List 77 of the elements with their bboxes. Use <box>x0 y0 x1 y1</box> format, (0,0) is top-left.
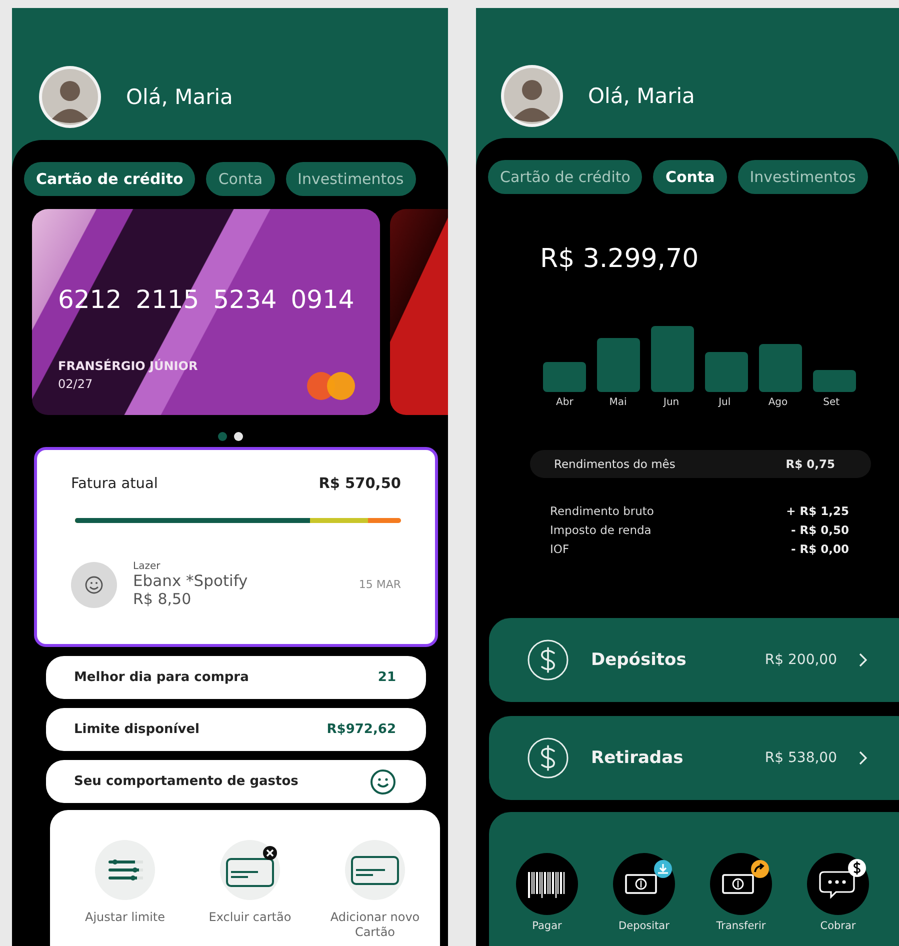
breakdown-value: - R$ 0,50 <box>790 523 849 537</box>
income-value: R$ 0,75 <box>786 457 835 471</box>
month-label: Abr <box>555 397 574 408</box>
breakdown-value: - R$ 0,00 <box>790 542 849 556</box>
avatar-silhouette <box>38 64 102 128</box>
tab[interactable]: Cartão de crédito <box>24 162 196 196</box>
breakdown-value: + R$ 1,25 <box>786 504 849 518</box>
info-value: R$972,62 <box>326 722 396 737</box>
account-balance: R$ 3.299,70 <box>540 244 700 274</box>
cash-transfer-icon <box>709 852 773 916</box>
action-button[interactable]: Ajustar limite <box>70 840 180 946</box>
avatar-silhouette <box>500 64 564 128</box>
breakdown-label: Imposto de renda <box>550 523 652 537</box>
action-button[interactable]: Depositar <box>612 852 676 946</box>
card-expiry: 02/27 <box>58 377 94 391</box>
cash-download-icon <box>612 852 676 916</box>
transaction-amount: R$ 8,50 <box>133 590 192 608</box>
month-label: Mai <box>608 397 628 408</box>
chevron-icon <box>859 751 867 765</box>
info-row[interactable]: Seu comportamento de gastos <box>46 760 426 803</box>
action-button[interactable]: Adicionar novo Cartão <box>320 840 430 946</box>
next-card[interactable] <box>390 209 448 415</box>
summary-amount: R$ 538,00 <box>764 750 837 766</box>
chart-bar <box>651 326 694 392</box>
tab[interactable]: Investimentos <box>286 162 416 196</box>
month-label: Set <box>822 397 841 408</box>
chevron-icon <box>859 653 867 667</box>
dollar-circle-icon <box>527 737 569 779</box>
summary-label: Depósitos <box>591 650 688 670</box>
smiley-icon <box>370 768 396 794</box>
smiley-icon <box>71 562 117 608</box>
summary-card[interactable]: Retiradas R$ 538,00 <box>489 716 899 800</box>
transaction-date: 15 MAR <box>358 578 401 591</box>
chart-bar <box>597 338 640 392</box>
income-label: Rendimentos do mês <box>554 457 676 471</box>
tab[interactable]: Cartão de crédito <box>488 160 642 194</box>
month-label: Ago <box>767 397 789 408</box>
tab[interactable]: Conta <box>653 160 727 194</box>
info-row[interactable]: Limite disponível R$972,62 <box>46 708 426 751</box>
info-row[interactable]: Melhor dia para compra 21 <box>46 656 426 699</box>
summary-card[interactable]: Depósitos R$ 200,00 <box>489 618 899 702</box>
card-icon <box>345 840 405 900</box>
card-network-logo <box>306 371 356 401</box>
action-button[interactable]: Excluir cartão <box>195 840 305 946</box>
action-button[interactable]: Transferir <box>709 852 773 946</box>
greeting: Olá, Maria <box>588 84 695 108</box>
sliders-icon <box>95 840 155 900</box>
barcode-icon <box>515 852 579 916</box>
info-value: 21 <box>378 670 396 685</box>
month-label: Jul <box>717 397 732 408</box>
info-label: Melhor dia para compra <box>74 670 249 685</box>
tab[interactable]: Conta <box>206 162 275 196</box>
info-label: Limite disponível <box>74 722 200 737</box>
dollar-circle-icon <box>527 639 569 681</box>
chart-bar <box>705 352 748 392</box>
breakdown-label: IOF <box>550 542 570 556</box>
page-dot[interactable] <box>218 432 226 441</box>
page-dot[interactable] <box>234 432 242 441</box>
card-holder: FRANSÉRGIO JÚNIOR <box>58 359 199 373</box>
card-remove-icon <box>220 840 280 900</box>
chart-bar <box>813 370 856 392</box>
breakdown-label: Rendimento bruto <box>550 504 654 518</box>
invoice-amount: R$ 570,50 <box>318 476 401 492</box>
action-button[interactable]: Pagar <box>515 852 579 946</box>
chart-bar <box>543 362 586 392</box>
tab[interactable]: Investimentos <box>738 160 868 194</box>
chart-bar <box>759 344 802 392</box>
chat-dollar-icon <box>806 852 870 916</box>
transaction-merchant: Ebanx *Spotify <box>133 572 249 590</box>
info-label: Seu comportamento de gastos <box>74 774 298 789</box>
summary-amount: R$ 200,00 <box>764 652 837 668</box>
month-label: Jun <box>662 397 680 408</box>
greeting: Olá, Maria <box>126 84 233 108</box>
summary-label: Retiradas <box>591 748 684 768</box>
invoice-title: Fatura atual <box>71 476 158 492</box>
transaction-category: Lazer <box>133 561 162 572</box>
action-button[interactable]: Cobrar <box>806 852 870 946</box>
